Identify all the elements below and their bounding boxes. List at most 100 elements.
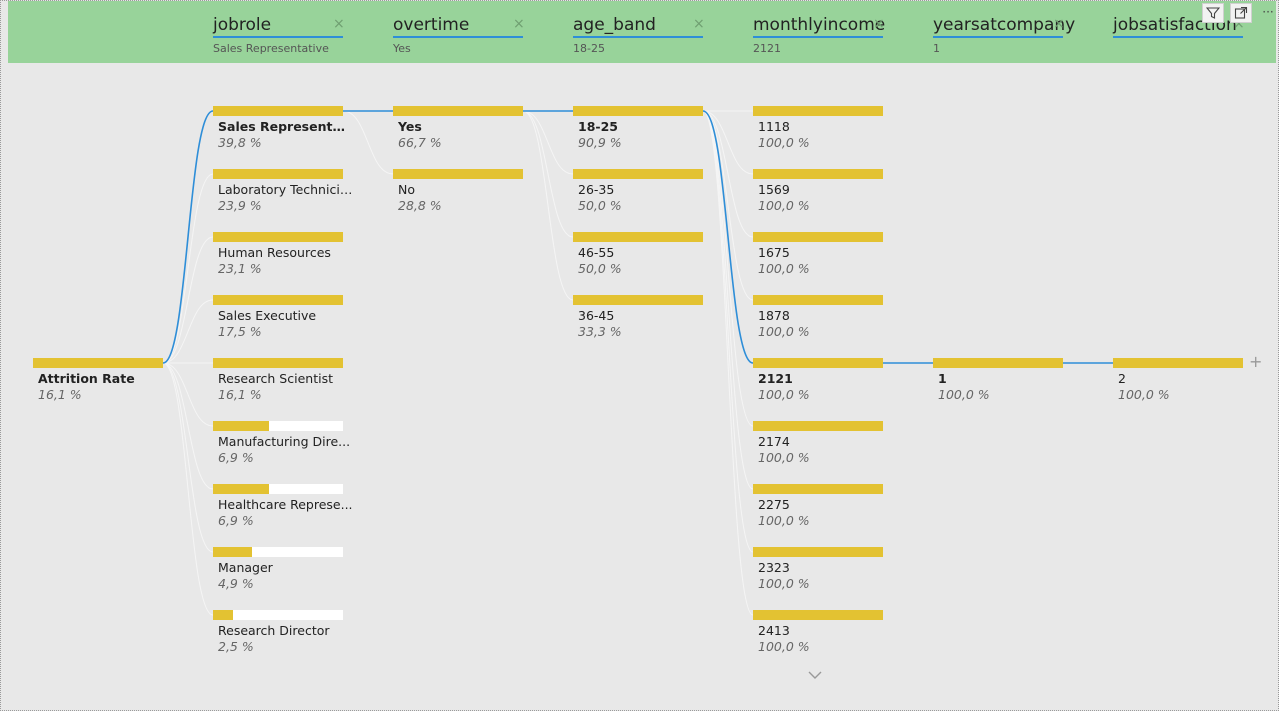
node-percentage: 33,3 %: [578, 324, 622, 339]
node-bar-fill: [213, 484, 269, 494]
node-percentage: 90,9 %: [578, 135, 622, 150]
node-percentage: 2,5 %: [218, 639, 254, 654]
node-bar: [33, 358, 163, 368]
tree-node[interactable]: Healthcare Represe... 6,9 %: [213, 484, 353, 532]
tree-node[interactable]: Research Scientist 16,1 %: [213, 358, 343, 406]
level-selected-value: 18-25: [573, 42, 605, 55]
node-bar: [573, 232, 703, 242]
node-percentage: 23,9 %: [218, 198, 262, 213]
level-header-overtime[interactable]: overtime × Yes: [393, 1, 525, 63]
tree-node[interactable]: Human Resources 23,1 %: [213, 232, 343, 280]
node-bar-fill: [213, 421, 269, 431]
tree-node[interactable]: 1 100,0 %: [933, 358, 1063, 406]
node-percentage: 16,1 %: [38, 387, 82, 402]
node-bar: [933, 358, 1063, 368]
remove-level-close-icon[interactable]: ×: [1053, 17, 1065, 31]
tree-node[interactable]: 2323 100,0 %: [753, 547, 883, 595]
node-bar-fill: [753, 547, 883, 557]
connector-line: [702, 110, 754, 301]
node-percentage: 39,8 %: [218, 135, 262, 150]
tree-node[interactable]: 1569 100,0 %: [753, 169, 883, 217]
tree-node[interactable]: 2 100,0 %: [1113, 358, 1243, 406]
tree-node[interactable]: 1675 100,0 %: [753, 232, 883, 280]
tree-node[interactable]: 36-45 33,3 %: [573, 295, 703, 343]
tree-node[interactable]: 2121 100,0 %: [753, 358, 883, 406]
selected-path-connector: [702, 110, 754, 364]
node-label: Human Resources: [218, 245, 331, 260]
node-bar-fill: [213, 169, 343, 179]
expand-level-plus-icon[interactable]: +: [1249, 354, 1262, 370]
connector-line: [162, 362, 214, 616]
node-bar: [213, 610, 343, 620]
tree-node[interactable]: No 28,8 %: [393, 169, 523, 217]
node-bar: [213, 106, 343, 116]
level-header-jobrole[interactable]: jobrole × Sales Representative: [213, 1, 345, 63]
filter-icon[interactable]: [1202, 3, 1224, 23]
tree-node[interactable]: Sales Executive 17,5 %: [213, 295, 343, 343]
node-label: Research Scientist: [218, 371, 333, 386]
tree-node[interactable]: 1118 100,0 %: [753, 106, 883, 154]
node-label: 2323: [758, 560, 790, 575]
more-options-icon[interactable]: ···: [1257, 3, 1279, 23]
level-header-age_band[interactable]: age_band × 18-25: [573, 1, 705, 63]
node-bar: [753, 169, 883, 179]
node-label: 1878: [758, 308, 790, 323]
node-bar: [393, 169, 523, 179]
node-label: 1: [938, 371, 947, 386]
node-percentage: 16,1 %: [218, 387, 262, 402]
tree-node[interactable]: 2174 100,0 %: [753, 421, 883, 469]
node-bar: [213, 484, 343, 494]
node-label: Attrition Rate: [38, 371, 135, 386]
tree-node[interactable]: 26-35 50,0 %: [573, 169, 703, 217]
node-percentage: 100,0 %: [758, 261, 810, 276]
connector-line: [162, 173, 214, 364]
tree-node[interactable]: Yes 66,7 %: [393, 106, 523, 154]
node-percentage: 66,7 %: [398, 135, 442, 150]
remove-level-close-icon[interactable]: ×: [513, 17, 525, 31]
node-percentage: 6,9 %: [218, 450, 254, 465]
node-bar: [213, 421, 343, 431]
tree-node[interactable]: Sales Representative 39,8 %: [213, 106, 353, 154]
remove-level-close-icon[interactable]: ×: [873, 17, 885, 31]
level-header-yearsatcompany[interactable]: yearsatcompany × 1: [933, 1, 1075, 63]
node-percentage: 100,0 %: [758, 198, 810, 213]
node-percentage: 17,5 %: [218, 324, 262, 339]
tree-node[interactable]: 46-55 50,0 %: [573, 232, 703, 280]
level-selected-value: 2121: [753, 42, 781, 55]
remove-level-close-icon[interactable]: ×: [333, 17, 345, 31]
connector-line: [162, 236, 214, 364]
node-label: 18-25: [578, 119, 618, 134]
connector-line: [702, 110, 754, 490]
chevron-down-icon[interactable]: [807, 667, 823, 683]
node-percentage: 4,9 %: [218, 576, 254, 591]
tree-node[interactable]: 18-25 90,9 %: [573, 106, 703, 154]
tree-node[interactable]: Laboratory Technician 23,9 %: [213, 169, 353, 217]
node-label: 1118: [758, 119, 790, 134]
tree-node[interactable]: Manager 4,9 %: [213, 547, 343, 595]
node-bar-fill: [573, 295, 703, 305]
node-bar-fill: [753, 295, 883, 305]
tree-node[interactable]: 2275 100,0 %: [753, 484, 883, 532]
node-label: Healthcare Represe...: [218, 497, 353, 512]
tree-node[interactable]: 1878 100,0 %: [753, 295, 883, 343]
remove-level-close-icon[interactable]: ×: [693, 17, 705, 31]
tree-node[interactable]: Research Director 2,5 %: [213, 610, 343, 658]
node-percentage: 6,9 %: [218, 513, 254, 528]
tree-node[interactable]: 2413 100,0 %: [753, 610, 883, 658]
node-bar: [753, 547, 883, 557]
selected-path-connector: [162, 110, 214, 364]
node-bar-fill: [753, 610, 883, 620]
node-percentage: 100,0 %: [758, 324, 810, 339]
level-selected-value: 1: [933, 42, 940, 55]
node-bar: [753, 232, 883, 242]
node-bar-fill: [573, 106, 703, 116]
node-bar-fill: [573, 232, 703, 242]
connector-line: [522, 110, 574, 301]
root-node-attrition-rate[interactable]: Attrition Rate 16,1 %: [33, 358, 163, 406]
node-label: 2121: [758, 371, 793, 386]
node-label: 36-45: [578, 308, 615, 323]
tree-node[interactable]: Manufacturing Dire... 6,9 %: [213, 421, 350, 469]
focus-mode-icon[interactable]: [1230, 3, 1252, 23]
level-name: age_band: [573, 14, 703, 38]
level-header-monthlyincome[interactable]: monthlyincome × 2121: [753, 1, 885, 63]
